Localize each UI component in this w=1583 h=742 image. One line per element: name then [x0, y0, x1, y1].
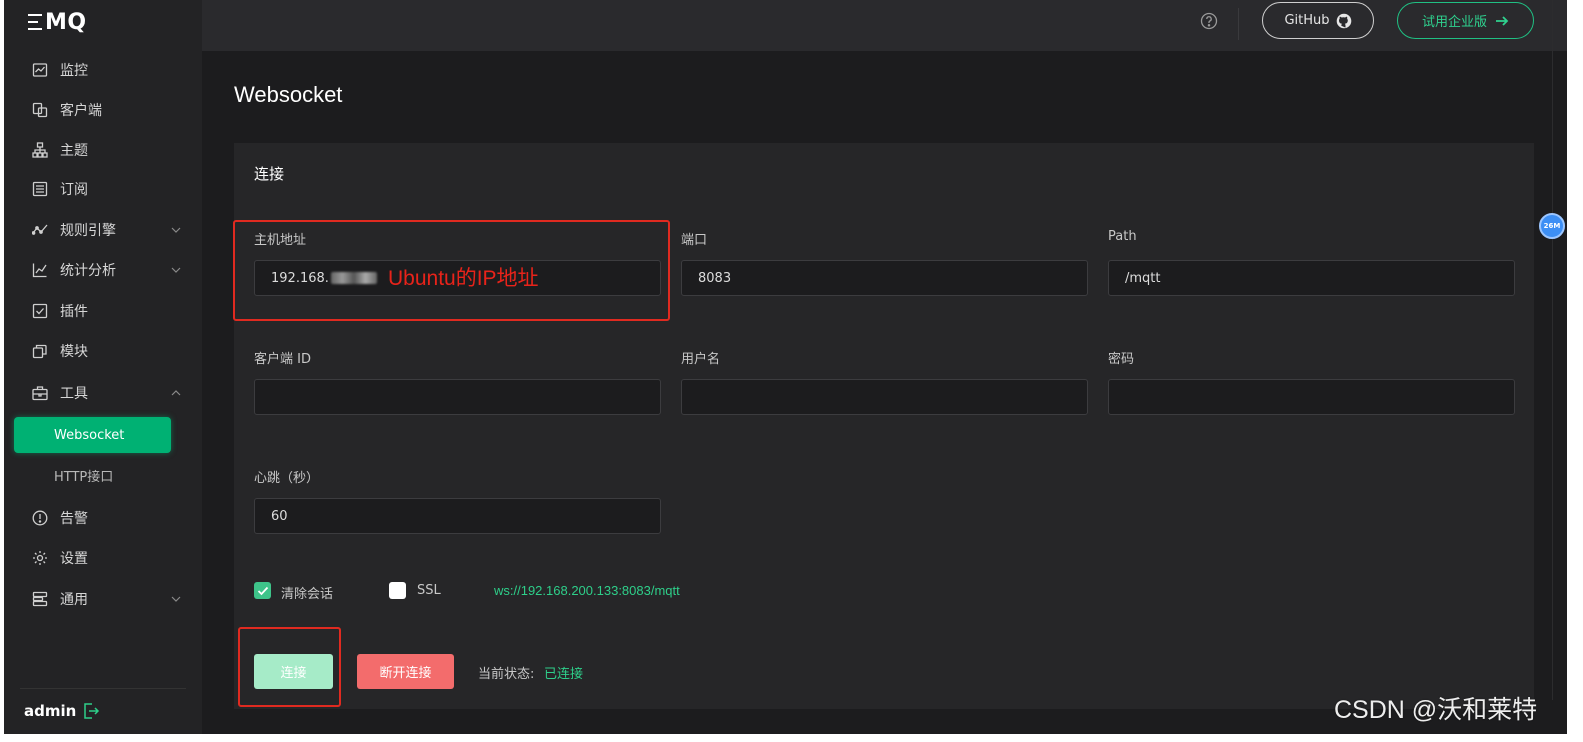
chevron-down-icon [170, 224, 182, 236]
checkmark-icon [257, 586, 268, 595]
trial-enterprise-button[interactable]: 试用企业版 [1397, 2, 1534, 39]
subscription-list-icon [32, 181, 48, 197]
floating-badge[interactable]: 26M [1539, 213, 1565, 239]
sidebar-subitem-websocket[interactable]: Websocket [14, 417, 171, 453]
sidebar-item-label: 告警 [60, 511, 88, 527]
host-highlight-box [233, 220, 670, 321]
websocket-url: ws://192.168.200.133:8083/mqtt [494, 583, 680, 598]
status-label: 当前状态: [478, 667, 535, 682]
sidebar-item-tools[interactable]: 工具 [4, 373, 202, 413]
password-label: 密码 [1108, 352, 1135, 367]
sidebar-item-general[interactable]: 通用 [4, 579, 202, 619]
watermark: CSDN @沃和莱特 [1334, 696, 1538, 724]
sidebar-item-label: 规则引擎 [60, 223, 116, 239]
client-id-input[interactable] [254, 379, 661, 415]
username-label: 用户名 [681, 352, 721, 367]
logo-bars-icon [28, 14, 42, 30]
connection-section-title: 连接 [254, 165, 285, 183]
module-icon [32, 343, 48, 359]
clean-session-checkbox[interactable] [254, 582, 271, 599]
path-input[interactable]: /mqtt [1108, 260, 1515, 296]
rule-engine-icon [32, 222, 48, 238]
sidebar-divider [20, 688, 186, 689]
sidebar-item-label: 设置 [60, 551, 88, 567]
sidebar-item-label: 主题 [60, 143, 88, 159]
header-divider [1238, 8, 1239, 40]
client-id-label: 客户端 ID [254, 352, 311, 367]
chevron-up-icon [170, 387, 182, 399]
path-label: Path [1108, 229, 1137, 244]
sidebar-item-settings[interactable]: 设置 [4, 538, 202, 578]
sidebar-item-label: 通用 [60, 592, 88, 608]
keepalive-label: 心跳（秒） [254, 471, 320, 486]
plugin-check-icon [32, 303, 48, 319]
sidebar-item-subscriptions[interactable]: 订阅 [4, 169, 202, 209]
arrow-right-icon [1495, 15, 1509, 27]
analytics-icon [32, 262, 48, 278]
toolbox-icon [32, 385, 48, 401]
github-button-label: GitHub [1284, 13, 1330, 28]
sidebar-item-label: 模块 [60, 344, 88, 360]
disconnect-button[interactable]: 断开连接 [357, 654, 454, 689]
topic-tree-icon [32, 142, 48, 158]
port-label: 端口 [681, 233, 708, 248]
password-input[interactable] [1108, 379, 1515, 415]
sidebar-item-plugins[interactable]: 插件 [4, 291, 202, 331]
logo-text: MQ [45, 9, 87, 35]
chevron-down-icon [170, 264, 182, 276]
page-title: Websocket [234, 82, 343, 107]
sidebar-item-label: 统计分析 [60, 263, 116, 279]
sidebar-item-monitor[interactable]: 监控 [4, 50, 202, 90]
help-icon[interactable] [1200, 12, 1218, 30]
github-button[interactable]: GitHub [1262, 2, 1374, 39]
ssl-checkbox[interactable] [389, 582, 406, 599]
sidebar-item-clients[interactable]: 客户端 [4, 90, 202, 130]
username: admin [24, 702, 77, 720]
clients-icon [32, 102, 48, 118]
ssl-label: SSL [417, 583, 441, 598]
trial-button-label: 试用企业版 [1421, 15, 1487, 30]
clean-session-label: 清除会话 [281, 587, 334, 602]
sidebar-item-label: 订阅 [60, 182, 88, 198]
scroll-track [1552, 0, 1553, 700]
sidebar-subitem-http-api[interactable]: HTTP接口 [54, 466, 113, 485]
chevron-down-icon [170, 593, 182, 605]
app-window: MQ 监控 客户端 主题 订阅 规则引擎 统计分析 插件 模块 工具 Webso… [4, 0, 1567, 734]
sidebar-item-label: 工具 [60, 386, 88, 402]
status-value: 已连接 [544, 667, 584, 682]
sidebar-item-label: 客户端 [60, 103, 102, 119]
emq-logo[interactable]: MQ [28, 8, 87, 36]
sidebar-item-rule-engine[interactable]: 规则引擎 [4, 210, 202, 250]
username-input[interactable] [681, 379, 1088, 415]
port-input[interactable]: 8083 [681, 260, 1088, 296]
general-icon [32, 591, 48, 607]
logout-icon[interactable] [82, 702, 100, 720]
sidebar-item-label: 监控 [60, 63, 88, 79]
sidebar-item-alerts[interactable]: 告警 [4, 498, 202, 538]
settings-gear-icon [32, 550, 48, 566]
monitor-chart-icon [32, 62, 48, 78]
keepalive-input[interactable]: 60 [254, 498, 661, 534]
github-icon [1336, 13, 1352, 29]
sidebar: MQ 监控 客户端 主题 订阅 规则引擎 统计分析 插件 模块 工具 Webso… [4, 0, 202, 734]
sidebar-item-modules[interactable]: 模块 [4, 331, 202, 371]
alert-icon [32, 510, 48, 526]
sidebar-item-analytics[interactable]: 统计分析 [4, 250, 202, 290]
sidebar-item-topics[interactable]: 主题 [4, 130, 202, 170]
sidebar-item-label: 插件 [60, 304, 88, 320]
connect-highlight-box [238, 627, 341, 707]
